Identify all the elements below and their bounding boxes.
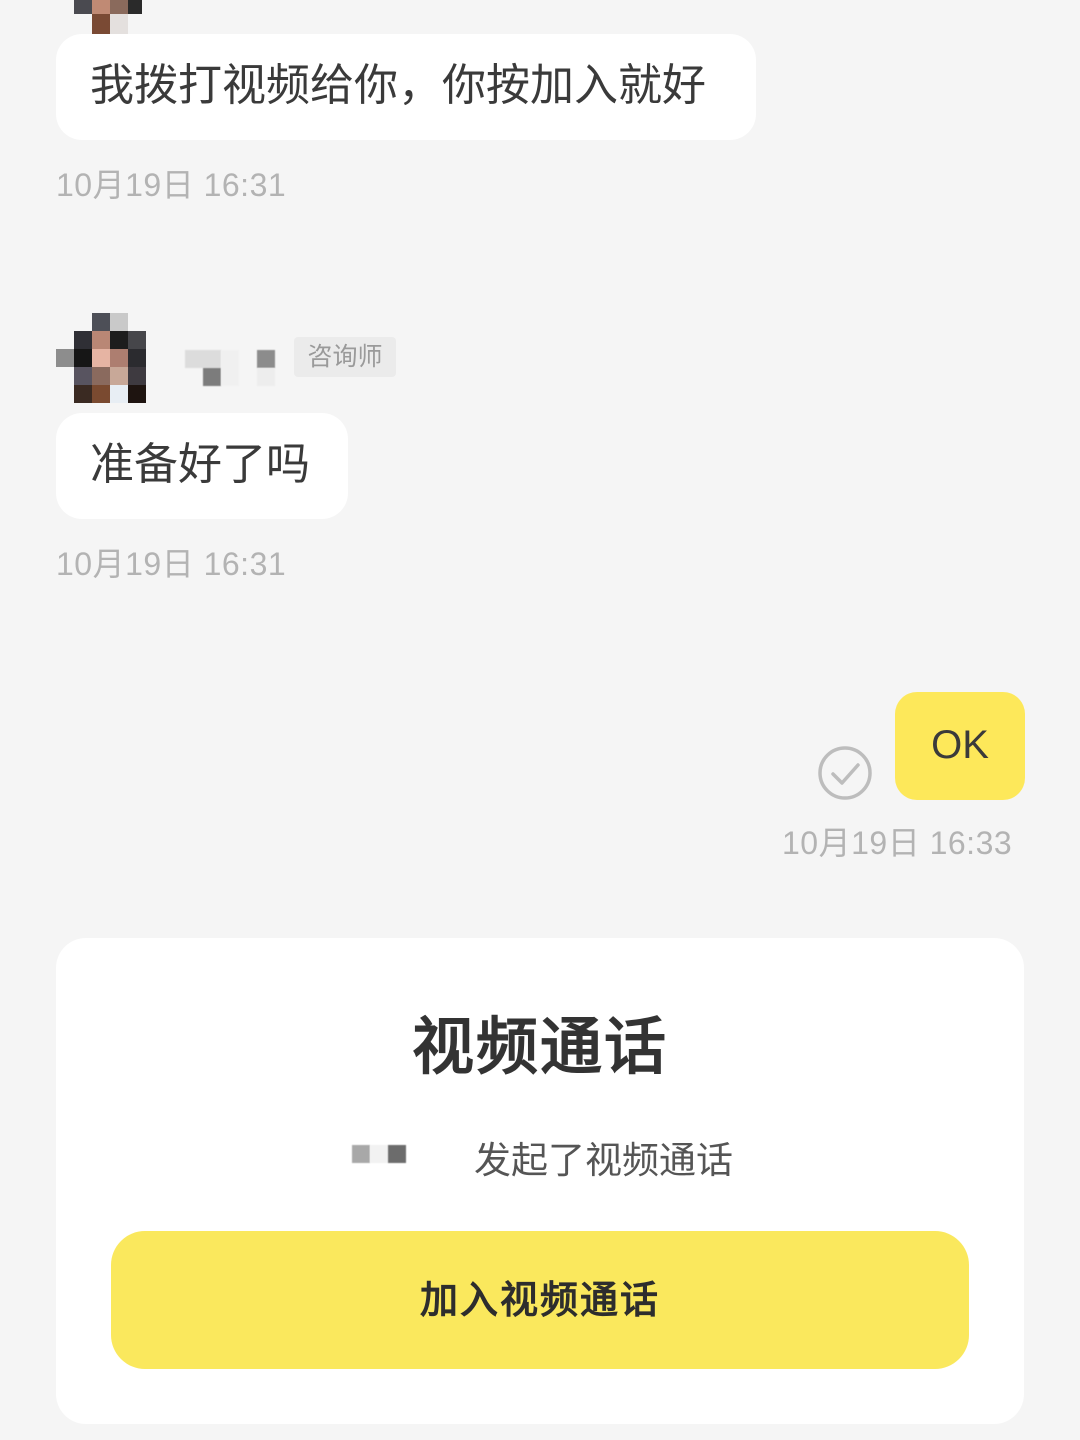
avatar-counselor[interactable] xyxy=(56,313,150,407)
message-timestamp: 10月19日 16:31 xyxy=(56,167,287,203)
message-bubble-incoming[interactable]: 准备好了吗 xyxy=(56,413,348,519)
join-video-call-button[interactable]: 加入视频通话 xyxy=(111,1231,969,1369)
message-bubble-outgoing[interactable]: OK xyxy=(895,692,1025,800)
message-bubble-incoming[interactable]: 我拨打视频给你，你按加入就好 xyxy=(56,34,756,140)
message-timestamp: 10月19日 16:33 xyxy=(782,825,1013,861)
check-circle-icon xyxy=(816,744,874,802)
message-timestamp: 10月19日 16:31 xyxy=(56,546,287,582)
video-call-card: 视频通话 发起了视频通话 加入视频通话 xyxy=(56,938,1024,1424)
call-card-title: 视频通话 xyxy=(411,1010,668,1083)
avatar-top[interactable] xyxy=(74,0,146,38)
sender-role-badge: 咨询师 xyxy=(294,337,396,377)
call-card-subtitle: 发起了视频通话 xyxy=(474,1139,733,1182)
